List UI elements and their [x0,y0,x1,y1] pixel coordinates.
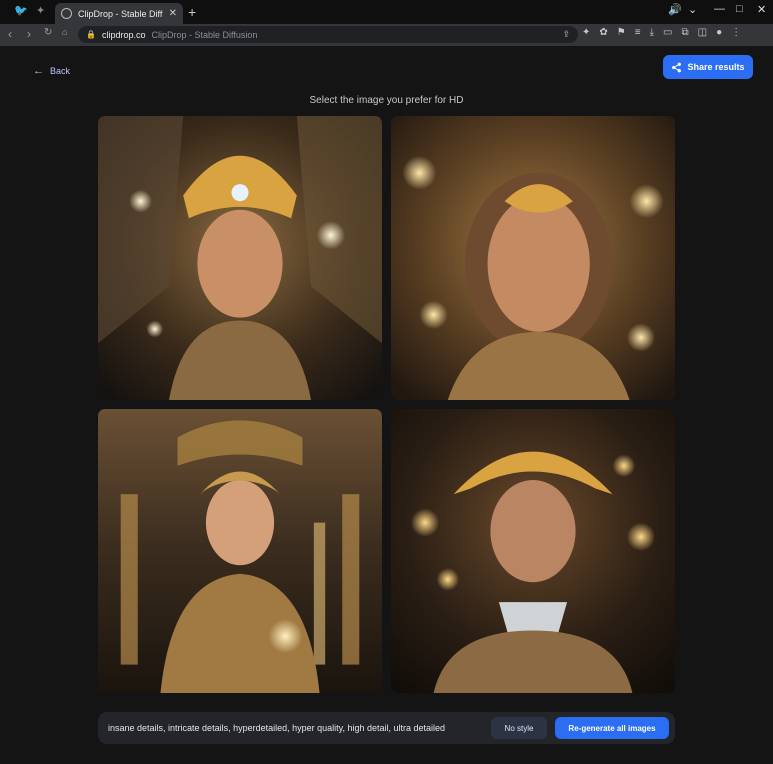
prompt-input[interactable]: insane details, intricate details, hyper… [108,723,483,733]
portrait-image-icon [98,116,382,400]
generated-image-3[interactable] [98,409,382,693]
new-tab-icon[interactable]: + [188,4,196,20]
generated-image-2[interactable] [391,116,675,400]
menu-dots-icon[interactable]: ⋮ [731,27,741,38]
toolbar-icons: ✦ ✿ ⚑ ≡ ⤓ ▭ ⧉ ◫ ● ⋮ [582,27,741,38]
portrait-image-icon [391,116,675,400]
profile-avatar-icon[interactable]: ● [716,27,722,38]
cast-icon[interactable]: ▭ [663,27,672,38]
sidebar-icon[interactable]: ◫ [698,27,707,38]
back-label: Back [50,66,71,76]
extension-puzzle-icon[interactable]: ✿ [599,27,607,38]
portrait-image-icon [391,409,675,693]
forward-nav-icon[interactable]: › [27,27,31,41]
browser-chrome: 🐦 ✦ ClipDrop - Stable Diffusion ✕ + 🔊 ⌄ … [0,0,773,46]
url-title: ClipDrop - Stable Diffusion [151,29,258,40]
url-host: clipdrop.co [101,29,146,40]
share-icon [672,62,682,72]
tab-strip: 🐦 ✦ ClipDrop - Stable Diffusion ✕ + 🔊 ⌄ … [0,0,773,24]
back-nav-icon[interactable]: ‹ [8,27,12,41]
arrow-left-icon: ← [33,65,44,77]
regenerate-all-button[interactable]: Re-generate all images [555,717,669,739]
address-bar[interactable]: 🔒 clipdrop.co ClipDrop - Stable Diffusio… [78,26,578,43]
tab-active[interactable]: ClipDrop - Stable Diffusion ✕ [55,3,183,24]
pinned-tab-icon[interactable]: ✦ [36,4,50,18]
generated-image-1[interactable] [98,116,382,400]
share-page-icon[interactable]: ⇪ [562,29,570,40]
page-content: ← Back Share results Select the image yo… [0,46,773,764]
chevron-down-icon[interactable]: ⌄ [688,3,697,16]
screenshot-icon[interactable]: ⧉ [681,27,688,38]
download-icon[interactable]: ⤓ [650,27,654,38]
home-icon[interactable]: ⌂ [62,27,67,37]
minimize-icon[interactable]: — [714,3,725,15]
share-results-button[interactable]: Share results [663,55,753,79]
share-results-label: Share results [687,62,745,72]
lock-icon: 🔒 [86,30,96,39]
clipdrop-favicon-icon [61,8,72,19]
flag-extension-icon[interactable]: ⚑ [617,27,626,38]
speaker-icon[interactable]: 🔊 [668,3,682,16]
portrait-image-icon [98,409,382,693]
maximize-icon[interactable]: □ [736,3,743,15]
prompt-bar: insane details, intricate details, hyper… [98,712,675,744]
reading-list-icon[interactable]: ≡ [635,27,641,38]
instruction-text: Select the image you prefer for HD [309,95,464,106]
tab-title: ClipDrop - Stable Diffusion [78,8,163,19]
close-window-icon[interactable]: ✕ [757,3,766,16]
reload-icon[interactable]: ↻ [44,27,52,38]
generated-image-4[interactable] [391,409,675,693]
back-button[interactable]: ← Back [33,65,70,77]
twitter-pinned-tab-icon[interactable]: 🐦 [14,4,28,18]
extensions-icon[interactable]: ✦ [582,27,590,38]
no-style-button[interactable]: No style [491,717,547,739]
close-tab-icon[interactable]: ✕ [169,8,177,19]
